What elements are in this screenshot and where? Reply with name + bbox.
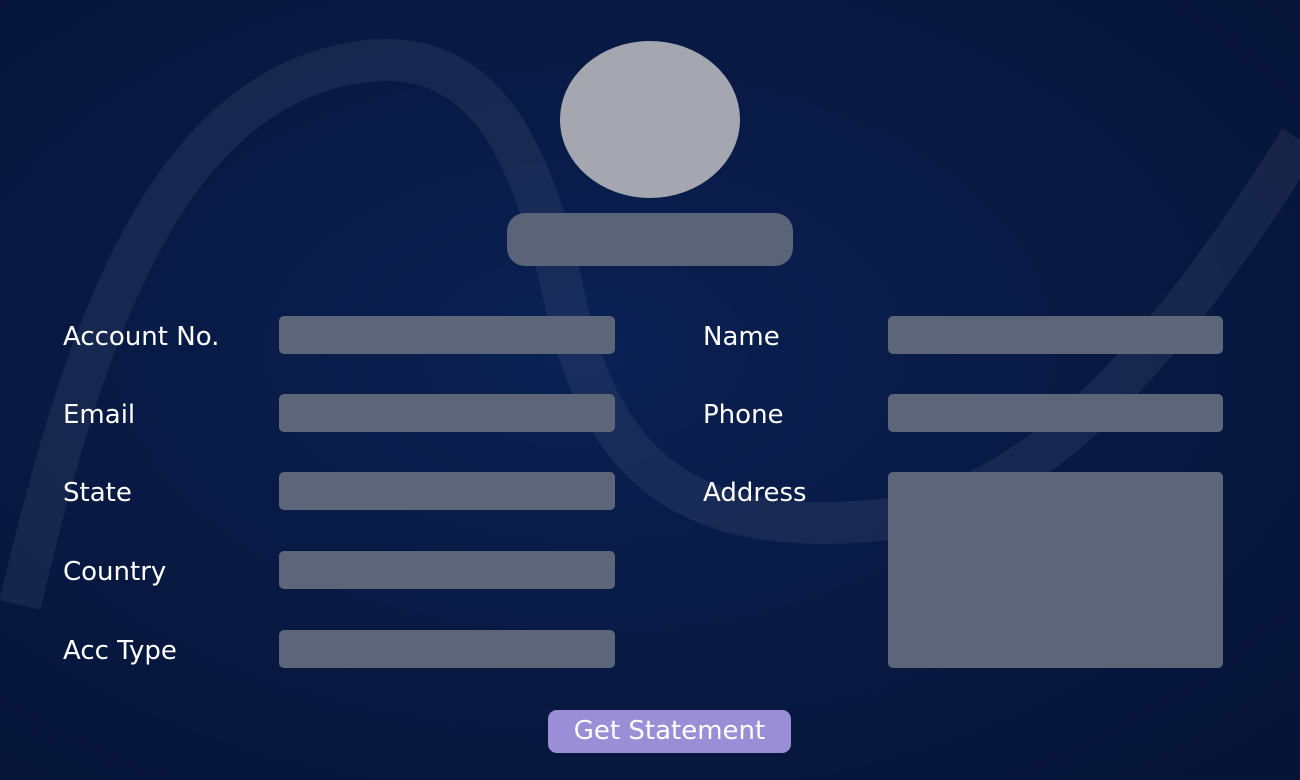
profile-avatar <box>560 41 740 198</box>
state-label: State <box>63 478 132 508</box>
account-no-label: Account No. <box>63 322 220 352</box>
name-input[interactable] <box>888 316 1223 354</box>
country-label: Country <box>63 557 167 587</box>
acc-type-input[interactable] <box>279 630 615 668</box>
name-label: Name <box>703 322 780 352</box>
account-no-input[interactable] <box>279 316 615 354</box>
country-input[interactable] <box>279 551 615 589</box>
phone-label: Phone <box>703 400 784 430</box>
state-input[interactable] <box>279 472 615 510</box>
profile-name-display <box>507 213 793 266</box>
address-textarea[interactable] <box>888 472 1223 668</box>
email-label: Email <box>63 400 136 430</box>
get-statement-button[interactable]: Get Statement <box>548 710 791 753</box>
phone-input[interactable] <box>888 394 1223 432</box>
acc-type-label: Acc Type <box>63 636 177 666</box>
email-input[interactable] <box>279 394 615 432</box>
address-label: Address <box>703 478 807 508</box>
